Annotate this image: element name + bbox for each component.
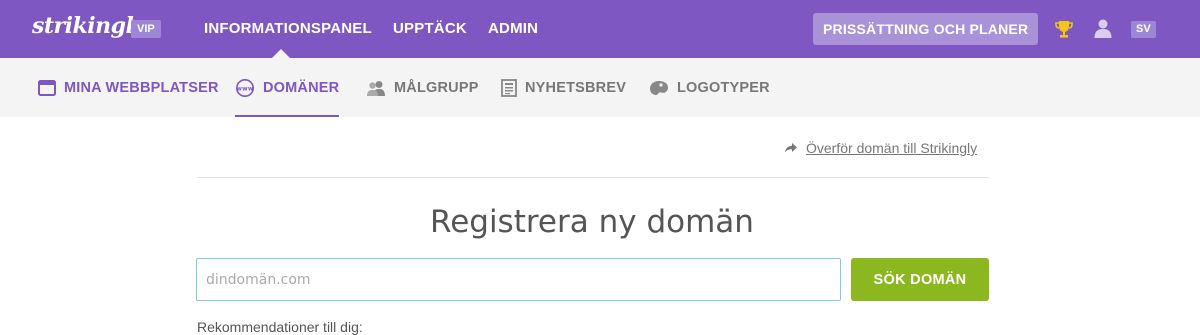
palette-icon (650, 80, 668, 95)
search-domain-button[interactable]: SÖK DOMÄN (851, 258, 989, 301)
svg-text:www: www (236, 85, 253, 92)
top-navigation-bar: strikingly VIP INFORMATIONSPANEL UPPTÄCK… (0, 0, 1200, 58)
domain-search-input[interactable] (196, 258, 841, 301)
nav-admin[interactable]: ADMIN (488, 0, 538, 58)
recommendations-label: Rekommendationer till dig: (197, 319, 363, 335)
subnav-my-sites[interactable]: MINA WEBBPLATSER (38, 58, 219, 117)
subnav-label: MÅLGRUPP (394, 79, 479, 96)
subnav-label: DOMÄNER (263, 79, 340, 96)
sub-navigation-bar: MINA WEBBPLATSER www DOMÄNER MÅLGRUPP NY… (0, 58, 1200, 117)
www-icon: www (236, 78, 254, 97)
subnav-audience[interactable]: MÅLGRUPP (366, 58, 479, 117)
user-icon[interactable] (1093, 18, 1113, 38)
subnav-domains[interactable]: www DOMÄNER (235, 58, 339, 117)
vip-badge: VIP (131, 20, 161, 38)
trophy-icon[interactable] (1054, 19, 1074, 39)
subnav-newsletter[interactable]: NYHETSBREV (501, 58, 626, 117)
strikingly-logo[interactable]: strikingly (32, 13, 146, 39)
nav-discover[interactable]: UPPTÄCK (393, 0, 467, 58)
newsletter-icon (501, 78, 517, 97)
window-icon (38, 79, 56, 96)
page-title: Registrera ny domän (430, 204, 754, 240)
subnav-logos[interactable]: LOGOTYPER (649, 58, 770, 117)
transfer-domain-link[interactable]: Överför domän till Strikingly (784, 140, 977, 156)
people-icon (367, 80, 385, 96)
pricing-button[interactable]: PRISSÄTTNING OCH PLANER (813, 13, 1039, 45)
active-nav-caret (272, 49, 290, 58)
subnav-label: NYHETSBREV (525, 79, 627, 96)
transfer-domain-label: Överför domän till Strikingly (806, 140, 978, 156)
language-selector[interactable]: SV (1131, 21, 1156, 38)
active-tab-indicator (235, 115, 339, 117)
divider (197, 177, 989, 178)
share-arrow-icon (785, 143, 797, 153)
subnav-label: LOGOTYPER (677, 79, 770, 96)
subnav-label: MINA WEBBPLATSER (64, 79, 219, 96)
